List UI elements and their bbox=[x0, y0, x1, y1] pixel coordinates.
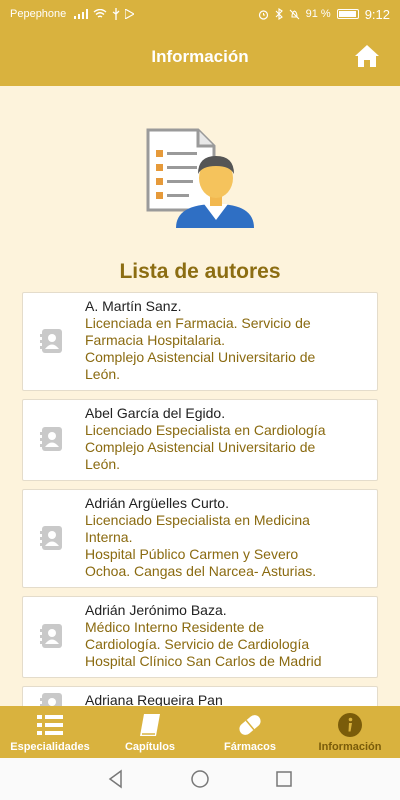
author-card[interactable]: Adrián Jerónimo Baza. Médico Interno Res… bbox=[22, 596, 378, 678]
contact-icon bbox=[40, 624, 62, 648]
back-icon[interactable] bbox=[106, 769, 126, 789]
status-icons bbox=[74, 8, 135, 20]
author-detail: Farmacia Hospitalaria. bbox=[85, 332, 226, 348]
status-bar: Pepephone 91 % 9:12 bbox=[0, 0, 400, 28]
carrier-name: Pepephone bbox=[10, 8, 67, 20]
author-detail: Licenciado Especialista en Medicina bbox=[85, 512, 310, 528]
contact-icon bbox=[40, 693, 62, 706]
author-name: Adriana Regueira Pan bbox=[85, 692, 223, 706]
alarm-icon bbox=[258, 9, 268, 20]
wifi-icon bbox=[93, 9, 107, 18]
author-card[interactable]: A. Martín Sanz. Licenciada en Farmacia. … bbox=[22, 292, 378, 391]
author-name: A. Martín Sanz. bbox=[85, 298, 182, 314]
author-detail: Interna. bbox=[85, 529, 133, 545]
author-detail: Ochoa. Cangas del Narcea- Asturias. bbox=[85, 563, 317, 579]
author-detail: León. bbox=[85, 366, 121, 382]
usb-icon bbox=[112, 8, 120, 20]
clock: 9:12 bbox=[364, 6, 390, 22]
page-title: Información bbox=[151, 47, 249, 66]
nav-especialidades[interactable]: Especialidades bbox=[0, 706, 100, 758]
contact-icon bbox=[40, 427, 62, 451]
bluetooth-icon bbox=[275, 8, 283, 20]
battery-level: 91 % bbox=[305, 8, 331, 20]
contact-icon bbox=[40, 525, 62, 550]
app-bar: Información bbox=[0, 28, 400, 86]
author-detail: Hospital Clínico San Carlos de Madrid bbox=[85, 653, 322, 669]
author-detail: Licenciada en Farmacia. Servicio de bbox=[85, 315, 311, 331]
book-icon bbox=[140, 713, 160, 736]
home-circle-icon[interactable] bbox=[190, 769, 210, 789]
author-detail: Licenciado Especialista en Cardiología bbox=[85, 422, 326, 438]
bottom-nav: Especialidades Capítulos Fármacos Inform… bbox=[0, 706, 400, 758]
nav-farmacos[interactable]: Fármacos bbox=[200, 706, 300, 758]
author-card[interactable]: Adrián Argüelles Curto. Licenciado Espec… bbox=[22, 489, 378, 588]
nav-label: Especialidades bbox=[10, 740, 90, 753]
author-detail: León. bbox=[85, 456, 121, 472]
contact-icon bbox=[40, 328, 62, 353]
author-name: Abel García del Egido. bbox=[85, 405, 226, 421]
author-name: Adrián Argüelles Curto. bbox=[85, 495, 229, 511]
nav-label: Información bbox=[318, 740, 382, 753]
nav-label: Fármacos bbox=[224, 740, 276, 753]
author-card[interactable]: Abel García del Egido. Licenciado Especi… bbox=[22, 399, 378, 481]
nav-capitulos[interactable]: Capítulos bbox=[100, 706, 200, 758]
nav-informacion[interactable]: Información bbox=[300, 706, 400, 758]
mute-icon bbox=[289, 9, 299, 19]
signal-icon bbox=[74, 9, 89, 19]
author-detail: Complejo Asistencial Universitario de bbox=[85, 349, 316, 365]
info-icon bbox=[338, 712, 362, 737]
nav-label: Capítulos bbox=[124, 740, 176, 753]
authors-list[interactable]: A. Martín Sanz. Licenciada en Farmacia. … bbox=[22, 292, 378, 706]
home-icon[interactable] bbox=[354, 44, 380, 68]
play-store-icon bbox=[125, 9, 135, 19]
authors-list-title: Lista de autores bbox=[119, 260, 281, 283]
battery-icon bbox=[336, 9, 359, 19]
author-document-illustration bbox=[146, 128, 254, 228]
author-card[interactable]: Adriana Regueira Pan bbox=[22, 686, 378, 706]
author-detail: Hospital Público Carmen y Severo bbox=[85, 546, 299, 562]
list-icon bbox=[37, 714, 63, 735]
author-name: Adrián Jerónimo Baza. bbox=[85, 602, 227, 618]
author-detail: Complejo Asistencial Universitario de bbox=[85, 439, 316, 455]
recents-icon[interactable] bbox=[274, 769, 294, 789]
author-detail: Cardiología. Servicio de Cardiología bbox=[85, 636, 310, 652]
pill-icon bbox=[239, 714, 261, 735]
author-detail: Médico Interno Residente de bbox=[85, 619, 264, 635]
status-right: 91 % 9:12 bbox=[258, 7, 390, 22]
system-nav-bar bbox=[0, 758, 400, 800]
